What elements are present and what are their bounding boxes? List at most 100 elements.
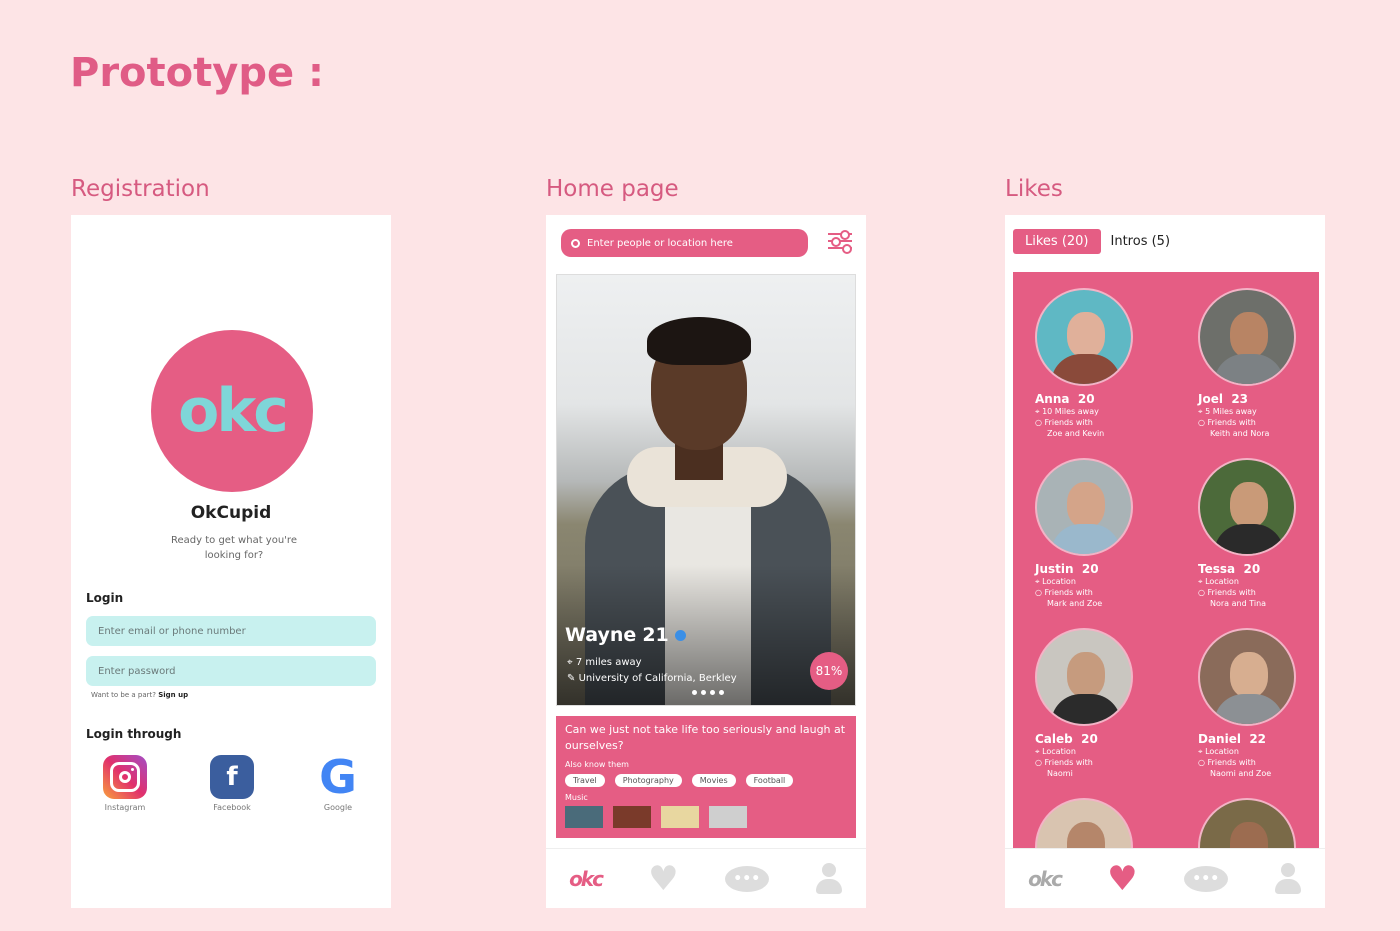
bio-card: Can we just not take life too seriously … (556, 716, 856, 838)
like-card[interactable] (1013, 798, 1133, 849)
profile-first-name: Wayne (565, 624, 637, 646)
avatar (1198, 458, 1296, 556)
password-field[interactable] (86, 656, 376, 686)
profile-icon[interactable] (815, 862, 843, 895)
search-icon (571, 238, 580, 248)
search-placeholder: Enter people or location here (587, 237, 733, 249)
likes-tab-bar: okc ♥ ••• (1005, 848, 1325, 908)
brand-name: OkCupid (190, 503, 272, 523)
tab-home-okc[interactable]: okc (569, 867, 604, 891)
tagline: Ready to get what you're looking for? (171, 535, 297, 561)
heart-icon[interactable]: ♥ (648, 862, 678, 896)
photo-pagination-dots[interactable] (692, 690, 724, 695)
like-location: ⌖ Location (1198, 577, 1239, 586)
like-friends: ○ Friends with (1035, 588, 1093, 597)
like-location: ⌖ 10 Miles away (1035, 407, 1099, 416)
like-card[interactable]: Justin 20 ⌖ Location ○ Friends with Mark… (1013, 458, 1133, 609)
tag-travel[interactable]: Travel (565, 774, 605, 787)
tab-home-okc[interactable]: okc (1028, 867, 1063, 891)
login-label: Login (86, 591, 124, 605)
profile-distance: ⌖ 7 miles away (567, 657, 642, 668)
tab-likes[interactable]: Likes (20) (1013, 229, 1101, 254)
likes-section-title: Likes (1005, 176, 1063, 202)
avatar (1198, 798, 1296, 849)
search-input[interactable]: Enter people or location here (561, 229, 808, 257)
facebook-login-button[interactable]: f Facebook (200, 755, 264, 812)
google-label: Google (323, 803, 353, 812)
also-know-label: Also know them (565, 760, 629, 769)
album-cover[interactable] (613, 806, 651, 828)
like-card[interactable] (1176, 798, 1296, 849)
google-icon: G (319, 750, 357, 804)
like-name: Anna 20 (1035, 392, 1095, 406)
like-friends-names: Keith and Nora (1210, 429, 1270, 438)
like-name: Caleb 20 (1035, 732, 1098, 746)
like-name: Tessa 20 (1198, 562, 1261, 576)
like-name: Daniel 22 (1198, 732, 1267, 746)
page-title: Prototype : (70, 50, 325, 96)
tag-movies[interactable]: Movies (691, 774, 736, 787)
tab-intros[interactable]: Intros (5) (1111, 234, 1171, 249)
profile-name: Wayne 21 (565, 624, 686, 646)
like-name: Joel 23 (1198, 392, 1249, 406)
album-cover[interactable] (709, 806, 747, 828)
like-friends: ○ Friends with (1198, 758, 1256, 767)
album-cover[interactable] (661, 806, 699, 828)
registration-screen: okc OkCupid Ready to get what you're loo… (71, 215, 391, 908)
album-cover[interactable] (565, 806, 603, 828)
like-location: ⌖ 5 Miles away (1198, 407, 1257, 416)
tag-photography[interactable]: Photography (614, 774, 682, 787)
tag-football[interactable]: Football (745, 774, 794, 787)
like-card[interactable]: Anna 20 ⌖ 10 Miles away ○ Friends with Z… (1013, 288, 1133, 439)
chat-icon[interactable]: ••• (724, 865, 769, 892)
facebook-icon: f (210, 755, 254, 799)
home-tab-bar: okc ♥ ••• (546, 848, 866, 908)
home-screen: Enter people or location here Wayne 21 ⌖… (546, 215, 866, 908)
like-name: Justin 20 (1035, 562, 1099, 576)
bio-text: Can we just not take life too seriously … (565, 723, 846, 752)
like-location: ⌖ Location (1198, 747, 1239, 756)
like-card[interactable]: Joel 23 ⌖ 5 Miles away ○ Friends with Ke… (1176, 288, 1296, 439)
home-section-title: Home page (546, 176, 679, 202)
instagram-login-button[interactable]: Instagram (93, 755, 157, 812)
match-percent-badge: 81% (810, 652, 848, 690)
signup-prompt: Want to be a part? (91, 691, 156, 699)
instagram-icon (103, 755, 147, 799)
avatar (1198, 628, 1296, 726)
like-friends: ○ Friends with (1035, 758, 1093, 767)
heart-icon[interactable]: ♥ (1107, 862, 1137, 896)
like-friends: ○ Friends with (1198, 418, 1256, 427)
like-card[interactable]: Tessa 20 ⌖ Location ○ Friends with Nora … (1176, 458, 1296, 609)
registration-section-title: Registration (71, 176, 210, 202)
signup-link[interactable]: Sign up (158, 691, 188, 699)
verified-icon (674, 629, 686, 641)
like-friends: ○ Friends with (1198, 588, 1256, 597)
like-friends: ○ Friends with (1035, 418, 1093, 427)
avatar (1035, 628, 1133, 726)
interest-tags: Travel Photography Movies Football (565, 774, 847, 787)
instagram-label: Instagram (104, 803, 146, 812)
like-friends-names: Nora and Tina (1210, 599, 1267, 608)
like-card[interactable]: Caleb 20 ⌖ Location ○ Friends with Naomi (1013, 628, 1133, 779)
profile-school: ✎ University of California, Berkley (567, 673, 737, 684)
logo-text: okc (178, 376, 289, 446)
music-thumbnails (565, 806, 847, 828)
profile-photo-card[interactable]: Wayne 21 ⌖ 7 miles away ✎ University of … (556, 274, 856, 706)
avatar (1035, 798, 1133, 849)
chat-icon[interactable]: ••• (1183, 865, 1228, 892)
like-location: ⌖ Location (1035, 577, 1076, 586)
google-login-button[interactable]: G Google (306, 750, 370, 812)
email-field[interactable] (86, 616, 376, 646)
like-card[interactable]: Daniel 22 ⌖ Location ○ Friends with Naom… (1176, 628, 1296, 779)
signup-line: Want to be a part? Sign up (91, 691, 188, 699)
login-through-label: Login through (86, 727, 182, 741)
filter-icon[interactable] (828, 230, 852, 255)
likes-screen: Likes (20) Intros (5) Anna 20 ⌖ 10 Miles… (1005, 215, 1325, 908)
avatar (1035, 458, 1133, 556)
music-label: Music (565, 793, 588, 802)
avatar (1035, 288, 1133, 386)
like-location: ⌖ Location (1035, 747, 1076, 756)
like-friends-names: Zoe and Kevin (1047, 429, 1105, 438)
likes-grid: Anna 20 ⌖ 10 Miles away ○ Friends with Z… (1013, 272, 1319, 849)
profile-icon[interactable] (1274, 862, 1302, 895)
